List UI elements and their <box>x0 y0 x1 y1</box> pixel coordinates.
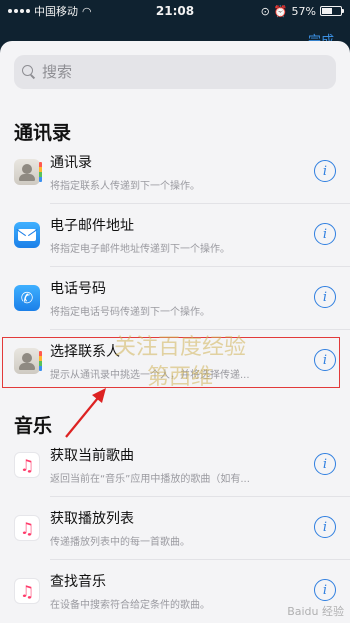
alarm-icon: ⏰ <box>273 4 288 18</box>
battery-icon <box>320 6 344 16</box>
item-name: 查找音乐 <box>50 574 106 590</box>
music-icon: ♫ <box>14 515 40 541</box>
item-name: 电话号码 <box>50 281 106 297</box>
battery-percent: 57% <box>291 4 316 18</box>
mail-icon <box>14 222 40 248</box>
search-bar[interactable] <box>14 55 336 89</box>
info-icon[interactable]: i <box>314 223 336 245</box>
item-name: 获取当前歌曲 <box>50 448 134 464</box>
info-icon[interactable]: i <box>314 160 336 182</box>
list-item[interactable]: ✆ 电话号码 将指定电话号码传递到下一个操作。 i <box>0 267 350 329</box>
info-icon[interactable]: i <box>314 286 336 308</box>
status-bar: 中国移动 ◠ 21:08 ⊙ ⏰ 57% <box>0 0 350 22</box>
item-name: 选择联系人 <box>50 344 120 360</box>
list-item[interactable]: 通讯录 将指定联系人传递到下一个操作。 i <box>0 141 350 203</box>
wifi-icon: ◠ <box>82 4 92 18</box>
item-name: 获取播放列表 <box>50 511 134 527</box>
item-name: 通讯录 <box>50 155 92 171</box>
contacts-icon <box>14 159 42 185</box>
info-icon[interactable]: i <box>314 579 336 601</box>
clock: 21:08 <box>155 4 195 18</box>
item-desc: 在设备中搜索符合给定条件的歌曲。 <box>50 600 210 611</box>
info-icon[interactable]: i <box>314 349 336 371</box>
action-picker-sheet: 通讯录 通讯录 将指定联系人传递到下一个操作。 i 电子邮件地址 将指定电子邮件… <box>0 41 350 623</box>
item-desc: 提示从通讯录中挑选一个人，并将选择传递... <box>50 370 250 381</box>
item-desc: 传递播放列表中的每一首歌曲。 <box>50 537 190 548</box>
music-icon: ♫ <box>14 452 40 478</box>
info-icon[interactable]: i <box>314 516 336 538</box>
item-desc: 将指定联系人传递到下一个操作。 <box>50 181 200 192</box>
signal-icon <box>8 9 30 13</box>
search-icon <box>22 65 36 79</box>
list-item[interactable]: 电子邮件地址 将指定电子邮件地址传递到下一个操作。 i <box>0 204 350 266</box>
item-name: 电子邮件地址 <box>50 218 134 234</box>
search-input[interactable] <box>42 63 312 81</box>
list-item[interactable]: 选择联系人 提示从通讯录中挑选一个人，并将选择传递... i <box>0 330 350 392</box>
item-desc: 将指定电话号码传递到下一个操作。 <box>50 307 210 318</box>
list-item[interactable]: ♫ 获取播放列表 传递播放列表中的每一首歌曲。 i <box>0 497 350 559</box>
info-icon[interactable]: i <box>314 453 336 475</box>
phone-icon: ✆ <box>14 285 40 311</box>
list-item[interactable]: ♫ 获取当前歌曲 返回当前在“音乐”应用中播放的歌曲（如有... i <box>0 434 350 496</box>
rotation-lock-icon: ⊙ <box>260 4 270 18</box>
item-desc: 将指定电子邮件地址传递到下一个操作。 <box>50 244 230 255</box>
contacts-icon <box>14 348 42 374</box>
item-desc: 返回当前在“音乐”应用中播放的歌曲（如有... <box>50 474 250 485</box>
carrier-label: 中国移动 <box>34 5 78 18</box>
music-icon: ♫ <box>14 578 40 604</box>
baidu-logo: Baidu 经验 <box>287 605 344 618</box>
